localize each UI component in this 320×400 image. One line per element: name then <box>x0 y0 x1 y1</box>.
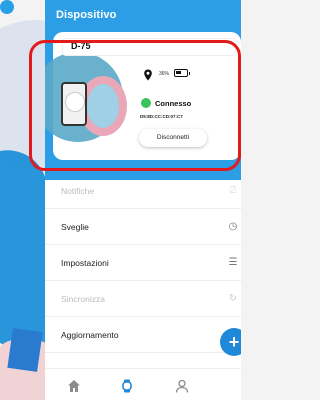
menu-item-label: Notifiche <box>61 185 95 196</box>
device-name[interactable]: D-75 <box>63 39 235 55</box>
connection-status-dot <box>141 98 151 108</box>
disconnect-button[interactable]: Disconnetti <box>139 129 207 147</box>
mac-address: D5:8D:CC:CD:07:C7 <box>140 114 183 119</box>
battery-percent: 36% <box>159 71 170 77</box>
device-card: D-75 36% Connesso D5:8D:CC:CD:07:C7 Disc… <box>45 32 241 160</box>
connection-status: Connesso <box>155 99 192 108</box>
home-icon[interactable] <box>67 379 81 393</box>
phone-screen: Dispositivo D-75 36% Connesso D5:8D:CC:C… <box>45 0 241 400</box>
user-icon[interactable] <box>175 379 189 393</box>
menu-item-label: Aggiornamento <box>61 329 119 340</box>
battery-icon <box>174 69 190 77</box>
menu-item-notifications[interactable]: Notifiche ⍁ <box>45 173 241 209</box>
sync-icon: ↻ <box>228 293 238 304</box>
header: Dispositivo D-75 36% Connesso D5:8D:CC:C… <box>45 0 241 180</box>
watch-image <box>57 72 127 142</box>
menu-item-settings[interactable]: Impostazioni ☰ <box>45 245 241 281</box>
background-dot <box>0 0 14 14</box>
sliders-icon: ☰ <box>228 257 238 268</box>
add-device-button[interactable]: + <box>220 328 241 356</box>
page-title: Dispositivo <box>56 9 117 21</box>
background-blob <box>7 328 43 372</box>
bell-icon: ⍁ <box>230 185 236 196</box>
watch-face <box>61 82 87 126</box>
menu-item-label: Sincronizza <box>61 293 105 304</box>
menu-item-sync[interactable]: Sincronizza ↻ <box>45 281 241 317</box>
watch-icon[interactable] <box>120 379 134 393</box>
clock-icon: ◷ <box>228 221 238 232</box>
settings-menu: Notifiche ⍁ Sveglie ◷ Impostazioni ☰ Sin… <box>45 173 241 353</box>
menu-item-alarms[interactable]: Sveglie ◷ <box>45 209 241 245</box>
menu-item-label: Impostazioni <box>61 257 109 268</box>
location-icon <box>144 69 152 81</box>
menu-item-update[interactable]: Aggiornamento ⊕ <box>45 317 241 353</box>
menu-item-label: Sveglie <box>61 221 89 232</box>
bottom-navigation <box>45 368 241 400</box>
